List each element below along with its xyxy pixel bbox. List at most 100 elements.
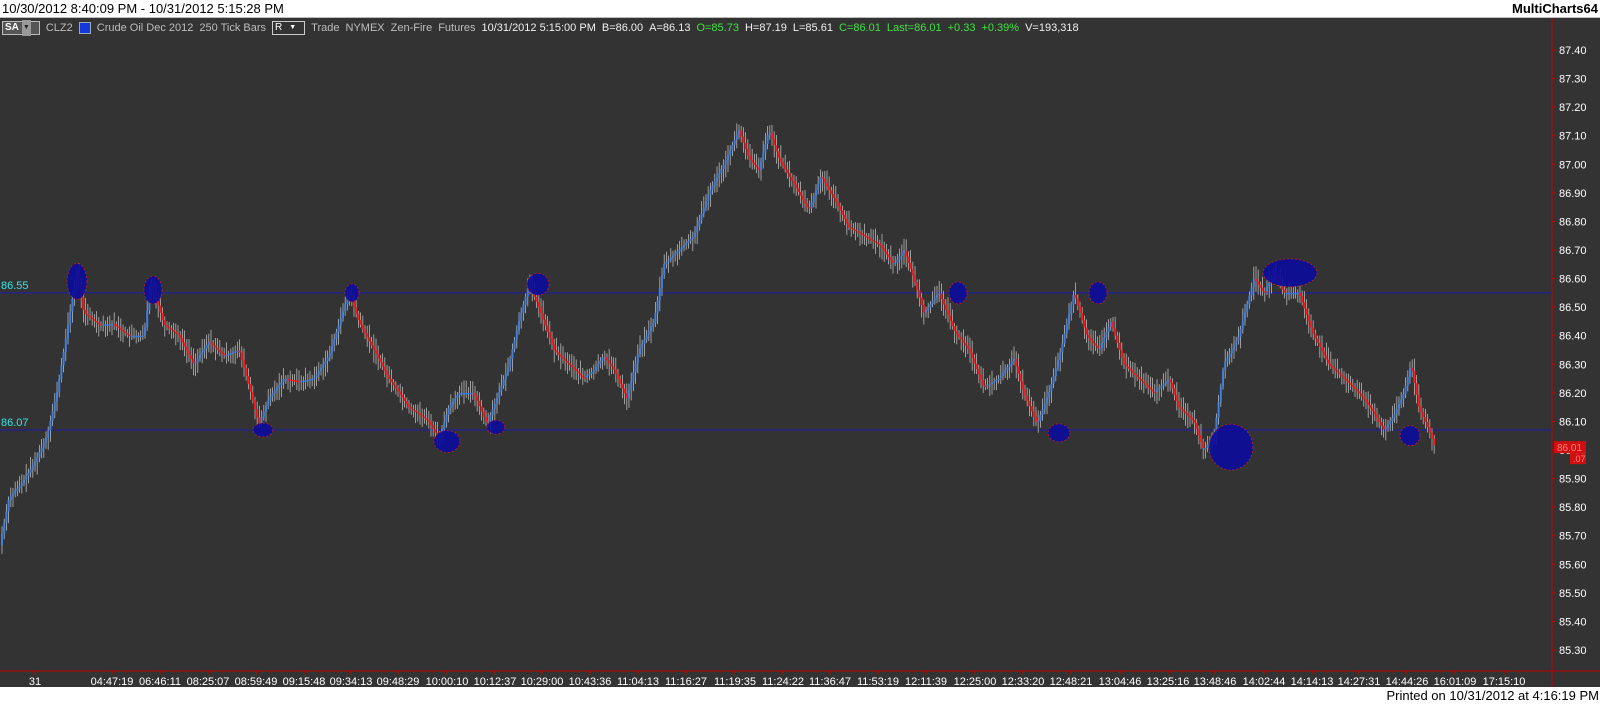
pivot-marker-6[interactable] (1262, 258, 1318, 288)
pivot-marker-7[interactable] (252, 422, 274, 438)
down-bar (940, 293, 943, 300)
up-bar (1204, 447, 1207, 450)
down-bar (617, 374, 619, 380)
down-bar (790, 176, 793, 181)
down-bar (1305, 308, 1308, 315)
up-bar (672, 255, 674, 258)
up-bar (1160, 385, 1163, 388)
pivot-marker-1[interactable] (143, 275, 163, 305)
down-bar (128, 334, 131, 337)
down-bar (251, 391, 254, 401)
down-bar (432, 425, 435, 429)
down-bar (608, 360, 611, 364)
down-bar (909, 262, 912, 270)
down-bar (757, 167, 760, 170)
down-bar (474, 392, 476, 396)
down-bar (100, 324, 102, 326)
up-bar (819, 177, 822, 184)
pivot-marker-8[interactable] (433, 430, 461, 453)
price-tick-label: 85.70 (1559, 531, 1587, 543)
up-bar (18, 485, 21, 489)
up-bar (1050, 383, 1053, 392)
down-bar (115, 324, 118, 327)
up-bar (502, 379, 505, 386)
up-bar (815, 189, 817, 196)
down-bar (832, 194, 835, 199)
pivot-marker-0[interactable] (66, 263, 88, 300)
down-bar (1136, 374, 1139, 377)
price-chart[interactable]: 86.55 86.07 87.40 87.30 87.20 87.10 87.00 86.9… (0, 18, 1600, 687)
up-bar (452, 401, 454, 405)
up-bar (1070, 304, 1073, 315)
up-bar (698, 220, 701, 227)
down-bar (405, 401, 408, 405)
down-bar (1422, 411, 1425, 417)
down-bar (1134, 372, 1136, 375)
down-bar (887, 254, 890, 258)
r-button[interactable]: R ▼ (272, 20, 306, 36)
pivot-marker-3[interactable] (526, 272, 550, 296)
price-tick-label: 85.60 (1559, 559, 1587, 571)
up-bar (1041, 409, 1044, 416)
time-tick-label: 10:43:36 (569, 676, 612, 687)
printed-timestamp: Printed on 10/31/2012 at 4:16:19 PM (1386, 688, 1600, 703)
up-bar (733, 139, 736, 145)
up-bar (1250, 287, 1253, 296)
sa-dropdown-icon[interactable]: ▼ (21, 20, 31, 36)
pivot-marker-10[interactable] (1047, 423, 1071, 443)
down-bar (799, 192, 802, 196)
up-bar (51, 411, 54, 421)
down-bar (806, 203, 809, 208)
app-name: MultiCharts64 (1512, 1, 1598, 16)
up-bar (64, 338, 67, 352)
up-bar (326, 357, 329, 362)
down-bar (830, 190, 833, 195)
pivot-marker-11[interactable] (1208, 423, 1254, 471)
up-bar (1252, 278, 1255, 288)
up-bar (720, 169, 723, 174)
down-bar (865, 236, 868, 238)
up-bar (71, 298, 74, 312)
time-tick-label: 11:53:19 (857, 676, 899, 687)
down-bar (254, 400, 256, 409)
down-bar (1178, 401, 1180, 408)
down-bar (1028, 400, 1031, 407)
down-bar (577, 371, 580, 374)
time-tick-label: 10:29:00 (521, 676, 564, 687)
down-bar (960, 336, 963, 340)
down-bar (1171, 382, 1174, 389)
up-bar (597, 363, 600, 367)
up-bar (1, 534, 3, 546)
time-tick-label: 11:19:35 (714, 676, 756, 687)
symbol-description: Crude Oil Dec 2012 (96, 22, 194, 34)
down-bar (1323, 351, 1326, 356)
down-bar (610, 363, 613, 367)
pivot-marker-12[interactable] (1399, 425, 1421, 447)
up-bar (1059, 352, 1062, 361)
down-bar (980, 374, 982, 380)
up-bar (661, 275, 663, 288)
chart-area[interactable]: 86.55 86.07 87.40 87.30 87.20 87.10 87.00 86.9… (0, 18, 1600, 687)
pivot-marker-9[interactable] (486, 419, 506, 435)
up-bar (762, 152, 765, 162)
sa-button[interactable]: SA ▼ (2, 20, 40, 36)
down-bar (1263, 291, 1266, 293)
down-bar (177, 333, 179, 336)
symbol-color-icon[interactable] (78, 22, 91, 34)
down-bar (238, 350, 241, 353)
down-bar (1083, 320, 1086, 328)
open-value: O=85.73 (696, 22, 739, 34)
up-bar (201, 351, 204, 355)
r-dropdown-icon[interactable]: ▼ (289, 20, 296, 36)
down-bar (535, 296, 538, 302)
down-bar (881, 245, 883, 249)
down-bar (852, 228, 855, 230)
up-bar (1248, 295, 1251, 305)
pivot-marker-2[interactable] (344, 283, 360, 303)
up-bar (938, 293, 941, 296)
up-bar (1389, 421, 1392, 425)
pivot-marker-5[interactable] (1088, 281, 1108, 305)
down-bar (221, 351, 223, 354)
pivot-marker-4[interactable] (948, 281, 968, 305)
down-bar (355, 307, 358, 314)
